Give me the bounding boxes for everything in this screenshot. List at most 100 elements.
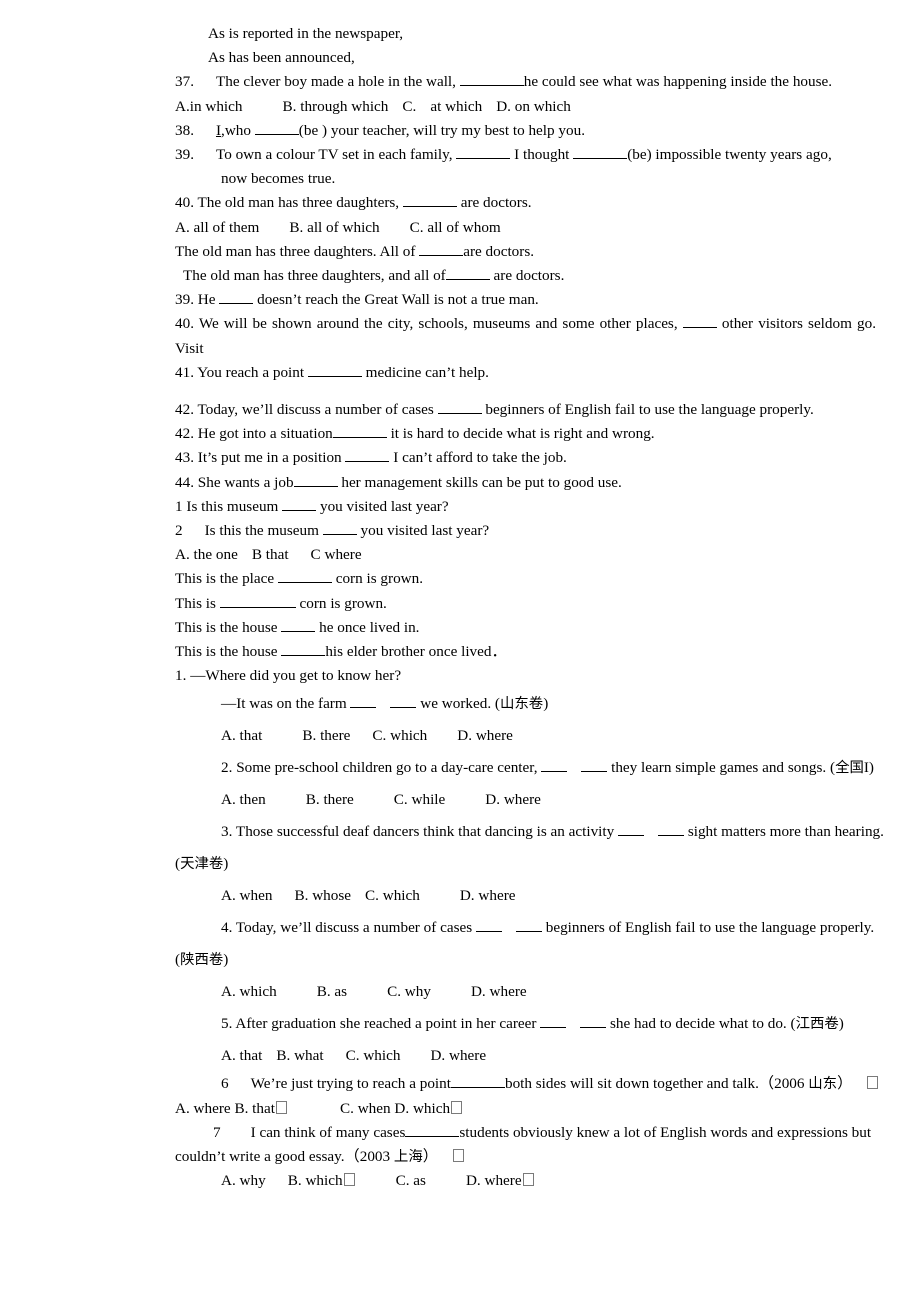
option-d: D. where xyxy=(470,983,527,1001)
option-d: D. on which xyxy=(496,97,571,115)
exercise-1-answer: —It was on the farm we worked. (山东卷) xyxy=(175,688,890,720)
option-a: A. that xyxy=(221,1047,263,1065)
answer-text-part1: —It was on the farm xyxy=(221,695,351,713)
stem-text-part2: (be ) your teacher, will try my best to … xyxy=(298,121,585,139)
exam-source-label: 山东 xyxy=(808,1076,838,1093)
answer-blank-1 xyxy=(541,771,568,773)
question-44: 44. She wants a job her management skill… xyxy=(175,471,890,495)
line-text-part2: his elder brother once lived． xyxy=(325,643,507,661)
line-as-is-reported: As is reported in the newspaper, xyxy=(175,22,890,46)
answer-blank xyxy=(281,630,316,632)
stem-text-part1: To own a colour TV set in each family, xyxy=(215,146,457,164)
answer-blank-2 xyxy=(390,707,417,709)
exercise-4-stem: 4. Today, we’ll discuss a number of case… xyxy=(175,912,890,976)
stem-text-part3: Visit xyxy=(175,339,204,357)
exercise-5-options: A. that B. what C. which D. where xyxy=(175,1040,890,1072)
stem-text-part3: ） xyxy=(837,1075,853,1093)
stem-text-part2: you visited last year? xyxy=(356,522,490,540)
answer-blank xyxy=(682,327,717,329)
option-a: A. then xyxy=(221,791,266,809)
option-b: B. through which xyxy=(282,97,389,115)
variant-line-1: The old man has three daughters. All of … xyxy=(175,240,890,264)
stem-text-part2: are doctors. xyxy=(456,194,532,212)
line-text: As is reported in the newspaper, xyxy=(208,25,404,42)
missing-glyph-icon xyxy=(275,1100,287,1114)
top-exercise-block: As is reported in the newspaper, As has … xyxy=(175,22,890,664)
answer-blank xyxy=(345,461,390,463)
question-39a-continuation: now becomes true. xyxy=(175,167,890,191)
question-42b: 42. He got into a situation it is hard t… xyxy=(175,422,890,446)
question-40b: 40. We will be shown around the city, sc… xyxy=(175,312,890,360)
missing-glyph-icon xyxy=(452,1149,464,1163)
answer-blank-1 xyxy=(456,158,511,160)
exam-source-label: 天津卷 xyxy=(180,856,224,873)
answer-blank-1 xyxy=(475,931,502,933)
line-text-part1: This is the place xyxy=(175,570,278,588)
answer-blank-1 xyxy=(540,1027,567,1029)
exercise-6-stem: 6 We’re just trying to reach a point both … xyxy=(175,1072,890,1096)
stem-text-part3: ) xyxy=(223,855,229,873)
option-c: C. as xyxy=(395,1172,426,1190)
exercise-2-stem: 2. Some pre-school children go to a day-… xyxy=(175,752,890,784)
option-c: C. why xyxy=(387,983,431,1001)
exercise-7-options: A. why B. which C. as D. where xyxy=(175,1169,890,1193)
stem-text-part2: both sides will sit down together and ta… xyxy=(504,1075,809,1093)
option-b: B. there xyxy=(302,727,351,745)
answer-blank xyxy=(281,655,326,657)
answer-text-part3: ) xyxy=(543,695,549,713)
answer-blank xyxy=(219,606,296,608)
answer-blank xyxy=(277,582,332,584)
line-text-part1: This is the house xyxy=(175,643,282,661)
answer-blank-1 xyxy=(350,707,377,709)
question-42a: 42. Today, we’ll discuss a number of cas… xyxy=(175,398,890,422)
stem-text-part1: 39. He xyxy=(175,291,220,309)
answer-blank-2 xyxy=(658,835,685,837)
option-c: C. which xyxy=(345,1047,401,1065)
answer-text-part2: we worked. ( xyxy=(416,695,500,713)
answer-blank xyxy=(405,1135,460,1137)
place-line-1: This is the place corn is grown. xyxy=(175,567,890,591)
content-column: As is reported in the newspaper, As has … xyxy=(175,22,890,1194)
option-a: A.in which xyxy=(175,97,243,115)
option-a: A. which xyxy=(221,983,277,1001)
option-b: B. as xyxy=(316,983,348,1001)
option-a: A. that xyxy=(221,727,263,745)
answer-blank xyxy=(445,279,490,281)
line-text-part2: he once lived in. xyxy=(315,618,420,636)
stem-text-part3: (be) impossible twenty years ago, xyxy=(627,146,832,164)
stem-text-part2: other visitors seldom go. xyxy=(716,315,877,333)
stem-text-part1: 5. After graduation she reached a point … xyxy=(221,1015,541,1033)
option-b: B. which xyxy=(287,1172,343,1190)
question-37-stem: 37. The clever boy made a hole in the wal… xyxy=(175,70,890,94)
option-d: D. where xyxy=(465,1172,522,1190)
exercise-1-stem: 1. —Where did you get to know her? xyxy=(175,664,890,688)
stem-text-part2: I thought xyxy=(510,146,574,164)
answer-blank xyxy=(332,437,387,439)
museum-question-2: 2 Is this the museum you visited last yea… xyxy=(175,519,890,543)
line-text-part1: The old man has three daughters. All of xyxy=(175,242,420,260)
line-text-part1: This is xyxy=(175,594,220,612)
exercise-5-stem: 5. After graduation she reached a point … xyxy=(175,1008,890,1040)
answer-blank-2 xyxy=(581,771,608,773)
line-text-part1: The old man has three daughters, and all… xyxy=(183,267,446,285)
stem-text-part1: The clever boy made a hole in the wall, xyxy=(215,73,460,91)
stem-text-part2: it is hard to decide what is right and w… xyxy=(386,425,655,443)
stem-text-part1: 42. He got into a situation xyxy=(175,425,333,443)
question-38: 38. I,who (be ) your teacher, will try my… xyxy=(175,119,890,143)
option-d: D. where xyxy=(485,791,541,809)
option-c: C. while xyxy=(393,791,446,809)
question-43: 43. It’s put me in a position I can’t af… xyxy=(175,446,890,470)
exam-source-label: 山东卷 xyxy=(500,696,544,713)
stem-text-part1: 42. Today, we’ll discuss a number of cas… xyxy=(175,401,438,419)
option-c: C. which xyxy=(372,727,428,745)
exercise-7-stem: 7I can think of many cases students obvio… xyxy=(175,1121,890,1169)
museum-options: A. the one B that C where xyxy=(175,543,890,567)
exam-source-label: 上海 xyxy=(393,1149,423,1166)
answer-blank-1 xyxy=(618,835,645,837)
stem-text-part1: ,who xyxy=(221,121,255,139)
stem-text-part3: I) xyxy=(863,759,874,777)
answer-blank xyxy=(293,485,338,487)
option-b: B. what xyxy=(276,1047,324,1065)
stem-text-part2: she had to decide what to do. ( xyxy=(606,1015,796,1033)
